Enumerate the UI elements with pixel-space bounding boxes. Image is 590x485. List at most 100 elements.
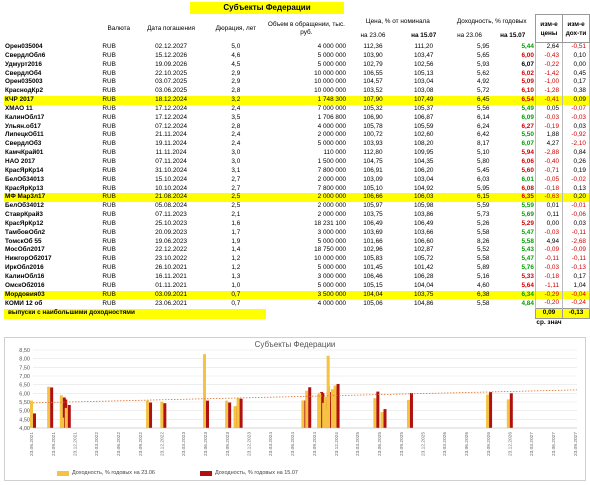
legend-label-1507: Доходность, % годовых на 15.07 (215, 470, 298, 476)
price-2306: 106,49 (363, 219, 383, 227)
yield-2306: 6,42 (477, 131, 490, 139)
yield-1507: 5,64 (521, 281, 534, 289)
table-row: КрасЯрКр12 RUB 25.10.2023 1,6 18 231 100 106,… (4, 219, 590, 229)
yield-1507: 5,33 (521, 272, 534, 280)
volume: 5 000 000 (317, 140, 347, 148)
price-2306: 105,15 (363, 281, 383, 289)
y-tick-label: 7,50 (19, 365, 30, 371)
yield-2306: 5,58 (477, 228, 490, 236)
price-change: 0,01 (534, 202, 563, 212)
duration: 1,2 (231, 264, 241, 272)
bond-name: ТамбовОбл2 (5, 228, 46, 236)
y-tick-label: 5,50 (19, 400, 30, 406)
chart-svg: 8,508,007,507,006,506,005,505,004,504,00… (19, 348, 579, 456)
yield-2306: 5,73 (477, 211, 490, 219)
table-row: КраснодКр2 RUB 03.06.2025 2,8 10 000 000 103,… (4, 87, 590, 97)
duration: 4,6 (231, 51, 241, 59)
bond-name: НАО 2017 (5, 157, 36, 165)
maturity-date: 23.10.2022 (155, 255, 188, 263)
currency: RUB (102, 166, 116, 174)
table-row: Ульян.об17 RUB 07.12.2024 2,8 4 000 000 105,7… (4, 122, 590, 132)
maturity-date: 03.06.2025 (155, 87, 188, 95)
price-1507: 103,08 (413, 87, 434, 95)
bond-name: МосОбл2017 (5, 246, 45, 254)
yield-1507: 6,01 (521, 175, 534, 183)
currency: RUB (102, 299, 116, 307)
price-2306: 105,32 (363, 104, 383, 112)
price-change: 0,11 (534, 211, 563, 220)
price-2306: 106,66 (347, 193, 399, 203)
maturity-date: 05.08.2024 (155, 202, 188, 210)
duration: 2,4 (231, 104, 241, 112)
price-2306: 102,79 (363, 60, 383, 68)
bond-name: КраснодКр2 (5, 87, 44, 95)
table-row: ТомскОб 55 RUB 19.06.2023 1,9 5 000 000 101,6… (4, 237, 590, 247)
table-row: КрасЯрКр14 RUB 31.10.2024 3,1 7 800 000 106,9… (4, 166, 590, 176)
bar-yield-1507 (489, 392, 493, 428)
yield-2306: 5,95 (477, 184, 490, 192)
price-change: -1,28 (534, 87, 563, 97)
col-price-2306: на 23.06 (360, 31, 386, 39)
volume: 2 000 000 (317, 175, 347, 183)
yield-change: 0,03 (562, 122, 590, 132)
col-yield-1507: на 15.07 (500, 31, 526, 39)
price-1507: 104,86 (413, 299, 434, 307)
volume: 18 750 000 (314, 246, 347, 254)
yield-1507: 5,49 (521, 104, 534, 112)
duration: 1,2 (231, 255, 241, 263)
bond-name: КрасЯрКр12 (5, 219, 44, 227)
yield-1507: 4,84 (521, 299, 534, 307)
x-tick-label: 23.03.2024 (268, 432, 274, 456)
price-2306: 105,83 (363, 255, 383, 263)
bar-yield-1507 (205, 400, 209, 428)
price-1507: 108,20 (413, 140, 434, 148)
yield-change: -0,03 (562, 113, 590, 123)
price-2306: 104,57 (363, 78, 383, 86)
bar-yield-2306 (146, 400, 150, 428)
x-tick-label: 23.06.2023 (203, 432, 209, 456)
price-1507: 111,20 (414, 42, 434, 50)
col-price-change: изм-е цены (534, 14, 564, 43)
yield-2306: 6,45 (448, 96, 491, 105)
price-change: -0,43 (534, 51, 563, 61)
currency: RUB (102, 202, 116, 210)
maturity-date: 19.09.2026 (155, 60, 188, 68)
yield-change: -2,68 (562, 237, 590, 247)
bar-yield-2306 (233, 406, 237, 428)
maturity-date: 17.12.2024 (155, 104, 188, 112)
col-currency: Валюта (107, 24, 131, 32)
col-duration: Дюрация, лет (215, 24, 257, 32)
yield-2306: 5,65 (477, 51, 490, 59)
y-tick-label: 7,00 (19, 374, 30, 380)
table-row: КрасЯрКр13 RUB 10.10.2024 2,7 7 800 000 105,1… (4, 184, 590, 194)
volume: 18 231 100 (314, 219, 347, 227)
summary-price-change: 0,09 (534, 308, 564, 320)
yield-2306: 5,10 (477, 149, 490, 157)
currency: RUB (102, 211, 116, 219)
summary-yield-change: -0,13 (562, 308, 590, 320)
maturity-date: 15.10.2024 (155, 175, 188, 183)
maturity-date: 23.06.2021 (155, 299, 188, 307)
price-2306: 103,69 (363, 228, 383, 236)
yield-2306: 8,17 (477, 140, 490, 148)
price-2306: 103,93 (363, 140, 383, 148)
bond-name: ХМАО 11 (5, 104, 33, 112)
bar-yield-1507 (163, 403, 167, 428)
price-1507: 105,37 (413, 104, 434, 112)
price-2306: 106,55 (363, 69, 383, 77)
volume: 5 000 000 (317, 237, 347, 245)
duration: 2,4 (231, 140, 241, 148)
price-change: -0,03 (534, 113, 563, 123)
yield-1507: 5,09 (521, 78, 534, 86)
volume: 1 748 300 (265, 96, 348, 105)
price-1507: 105,72 (413, 255, 434, 263)
duration: 2,5 (231, 202, 241, 210)
duration: 3,1 (231, 166, 241, 174)
bar-yield-1507 (383, 409, 387, 428)
yield-change: -0,11 (562, 255, 590, 265)
table-row: НАО 2017 RUB 07.11.2024 3,0 1 500 000 104,75 1… (4, 157, 590, 167)
yield-2306: 5,80 (477, 157, 490, 165)
volume: 7 800 000 (317, 184, 347, 192)
currency: RUB (102, 264, 116, 272)
currency: RUB (102, 51, 116, 59)
